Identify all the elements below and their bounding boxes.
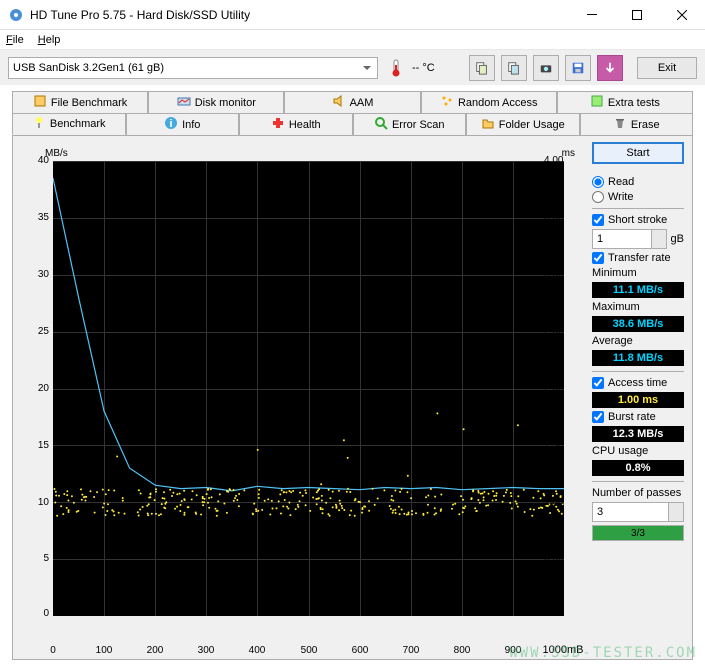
- menubar: File Help: [0, 30, 705, 49]
- tab-disk-monitor[interactable]: Disk monitor: [148, 91, 284, 113]
- benchmark-chart: MB/s ms 40 35 30 25 20 15 10 5 0 4.00 3.…: [23, 146, 583, 641]
- svg-text:i: i: [170, 118, 173, 130]
- copy-screenshot-button[interactable]: [501, 55, 527, 81]
- tab-health[interactable]: Health: [239, 113, 353, 135]
- tab-row-top: File Benchmark Disk monitor AAM Random A…: [0, 91, 705, 113]
- average-value: 11.8 MB/s: [592, 350, 684, 366]
- trash-icon: [613, 116, 627, 133]
- window-title: HD Tune Pro 5.75 - Hard Disk/SSD Utility: [30, 8, 569, 22]
- maximum-label: Maximum: [592, 301, 684, 313]
- screenshot-button[interactable]: [533, 55, 559, 81]
- tab-benchmark[interactable]: Benchmark: [12, 113, 126, 135]
- copy-info-button[interactable]: [469, 55, 495, 81]
- short-stroke-input[interactable]: 1gB: [592, 229, 684, 249]
- disk-monitor-icon: [177, 94, 191, 111]
- tab-erase[interactable]: Erase: [580, 113, 694, 135]
- save-button[interactable]: [565, 55, 591, 81]
- titlebar: HD Tune Pro 5.75 - Hard Disk/SSD Utility: [0, 0, 705, 30]
- file-benchmark-icon: [33, 94, 47, 111]
- folder-icon: [481, 116, 495, 133]
- close-button[interactable]: [659, 0, 705, 30]
- exit-label: Exit: [658, 62, 676, 74]
- tab-aam[interactable]: AAM: [284, 91, 420, 113]
- transfer-rate-check[interactable]: Transfer rate: [592, 252, 684, 264]
- benchmark-panel: Start Read Write Short stroke 1gB Transf…: [592, 142, 684, 541]
- options-button[interactable]: [597, 55, 623, 81]
- read-radio[interactable]: Read: [592, 176, 684, 188]
- tab-file-benchmark[interactable]: File Benchmark: [12, 91, 148, 113]
- menu-help[interactable]: Help: [38, 34, 61, 46]
- app-icon: [8, 7, 24, 23]
- drive-selected-text: USB SanDisk 3.2Gen1 (61 gB): [13, 62, 164, 74]
- info-icon: i: [164, 116, 178, 133]
- maximum-value: 38.6 MB/s: [592, 316, 684, 332]
- exit-button[interactable]: Exit: [637, 57, 697, 79]
- minimize-button[interactable]: [569, 0, 614, 30]
- benchmark-icon: [32, 116, 46, 133]
- passes-input[interactable]: 3: [592, 502, 684, 522]
- tab-row-bottom: Benchmark iInfo Health Error Scan Folder…: [0, 113, 705, 135]
- cpu-value: 0.8%: [592, 460, 684, 476]
- burst-rate-value: 12.3 MB/s: [592, 426, 684, 442]
- burst-rate-check[interactable]: Burst rate: [592, 411, 684, 423]
- speaker-icon: [332, 94, 346, 111]
- chart-plot-area: [53, 161, 564, 616]
- passes-progress: 3/3: [592, 525, 684, 541]
- extra-icon: [590, 94, 604, 111]
- tab-info[interactable]: iInfo: [126, 113, 240, 135]
- passes-label: Number of passes: [592, 487, 684, 499]
- average-label: Average: [592, 335, 684, 347]
- thermometer-icon: [388, 58, 404, 78]
- toolbar: USB SanDisk 3.2Gen1 (61 gB) -- °C Exit: [0, 49, 705, 85]
- start-button[interactable]: Start: [592, 142, 684, 164]
- write-radio[interactable]: Write: [592, 191, 684, 203]
- random-icon: [440, 94, 454, 111]
- access-time-check[interactable]: Access time: [592, 377, 684, 389]
- drive-select[interactable]: USB SanDisk 3.2Gen1 (61 gB): [8, 57, 378, 79]
- watermark: WWW.SSD-TESTER.COM: [509, 645, 697, 661]
- menu-file[interactable]: File: [6, 34, 24, 46]
- access-time-value: 1.00 ms: [592, 392, 684, 408]
- health-icon: [271, 116, 285, 133]
- tab-extra-tests[interactable]: Extra tests: [557, 91, 693, 113]
- maximize-button[interactable]: [614, 0, 659, 30]
- minimum-value: 11.1 MB/s: [592, 282, 684, 298]
- tab-random-access[interactable]: Random Access: [421, 91, 557, 113]
- tab-folder-usage[interactable]: Folder Usage: [466, 113, 580, 135]
- search-icon: [374, 116, 388, 133]
- tab-error-scan[interactable]: Error Scan: [353, 113, 467, 135]
- minimum-label: Minimum: [592, 267, 684, 279]
- window-buttons: [569, 0, 705, 30]
- tab-content: MB/s ms 40 35 30 25 20 15 10 5 0 4.00 3.…: [12, 135, 693, 660]
- temperature-text: -- °C: [412, 62, 442, 74]
- short-stroke-check[interactable]: Short stroke: [592, 214, 684, 226]
- cpu-label: CPU usage: [592, 445, 684, 457]
